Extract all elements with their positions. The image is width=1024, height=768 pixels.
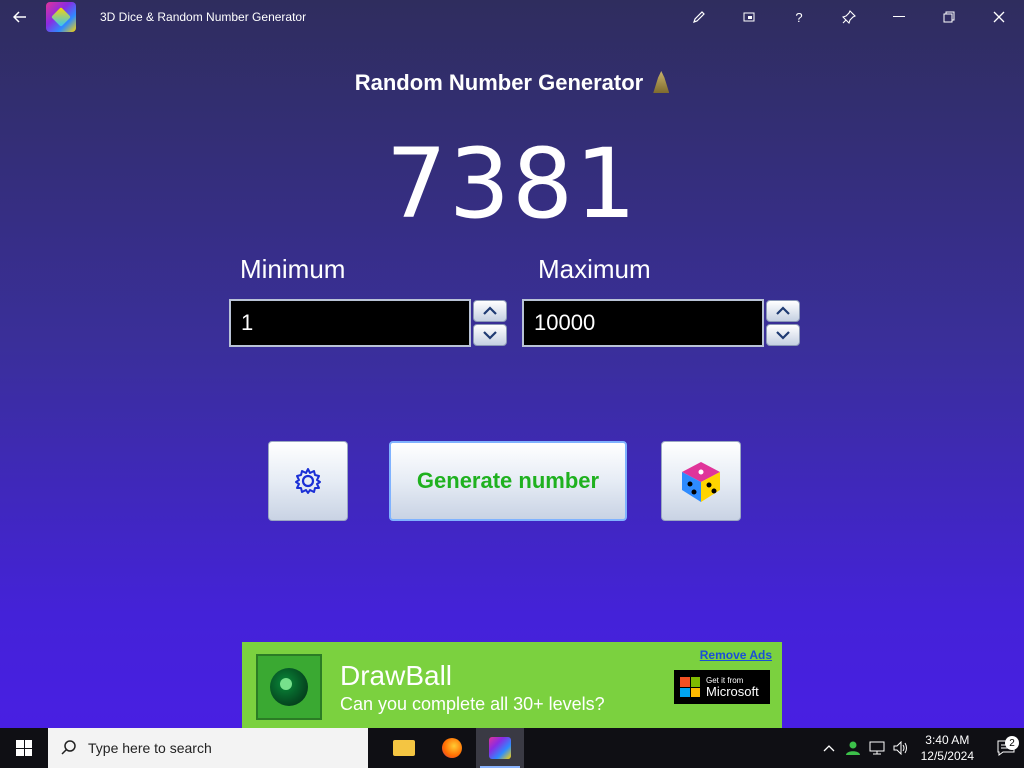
start-button[interactable]: [0, 728, 48, 768]
taskbar-search-box[interactable]: Type here to search: [48, 728, 368, 768]
search-placeholder: Type here to search: [88, 740, 212, 756]
microsoft-store-badge[interactable]: Get it from Microsoft: [674, 670, 770, 704]
minimum-increment-button[interactable]: [473, 300, 507, 322]
clock-time: 3:40 AM: [925, 733, 970, 747]
edit-button[interactable]: [674, 0, 724, 34]
minimum-input[interactable]: 1: [229, 299, 471, 347]
minimize-icon: [893, 16, 905, 17]
people-tray-button[interactable]: [841, 740, 865, 756]
person-icon: [845, 741, 860, 755]
minimum-decrement-button[interactable]: [473, 324, 507, 346]
remove-ads-link[interactable]: Remove Ads: [700, 648, 772, 662]
restore-icon: [943, 11, 955, 23]
network-icon: [869, 741, 885, 755]
firefox-taskbar-button[interactable]: [428, 728, 476, 768]
chevron-up-icon: [823, 745, 835, 752]
title-bar: 3D Dice & Random Number Generator ?: [0, 0, 1024, 34]
notification-count-badge: 2: [1005, 736, 1019, 750]
speaker-icon: [893, 741, 907, 755]
firefox-icon: [442, 738, 462, 758]
drawball-app-icon: [256, 654, 322, 720]
window-title: 3D Dice & Random Number Generator: [100, 10, 307, 24]
show-hidden-icons-button[interactable]: [817, 744, 841, 752]
compact-overlay-button[interactable]: [724, 0, 774, 34]
back-button[interactable]: [0, 0, 40, 34]
pin-button[interactable]: [824, 0, 874, 34]
settings-button[interactable]: [268, 441, 348, 521]
back-arrow-icon: [13, 11, 26, 23]
maximum-label: Maximum: [538, 254, 651, 284]
dice-mode-button[interactable]: [661, 441, 741, 521]
ad-banner[interactable]: DrawBall Can you complete all 30+ levels…: [242, 642, 782, 728]
restore-button[interactable]: [924, 0, 974, 34]
window-controls: ?: [674, 0, 1024, 34]
help-button[interactable]: ?: [774, 0, 824, 34]
bell-icon: [653, 71, 670, 93]
chevron-up-icon: [776, 306, 790, 315]
maximum-decrement-button[interactable]: [766, 324, 800, 346]
close-button[interactable]: [974, 0, 1024, 34]
dice-app-taskbar-button[interactable]: [476, 728, 524, 768]
dice-icon: [682, 462, 720, 502]
taskbar-apps: [380, 728, 524, 768]
microsoft-logo-icon: [680, 677, 700, 697]
store-badge-big-text: Microsoft: [706, 683, 759, 699]
search-icon: [61, 740, 76, 755]
ad-subtitle: Can you complete all 30+ levels?: [340, 694, 605, 714]
maximum-increment-button[interactable]: [766, 300, 800, 322]
taskbar-clock[interactable]: 3:40 AM 12/5/2024: [921, 732, 974, 764]
page-title: Random Number Generator: [0, 70, 1024, 96]
minimize-button[interactable]: [874, 0, 924, 34]
compact-overlay-icon: [743, 12, 755, 22]
maximum-input[interactable]: 10000: [522, 299, 764, 347]
windows-logo-icon: [16, 740, 32, 756]
clock-date: 12/5/2024: [920, 749, 974, 763]
generate-number-button[interactable]: Generate number: [389, 441, 627, 521]
action-center-button[interactable]: 2: [988, 736, 1024, 756]
system-tray: 3:40 AM 12/5/2024 2: [817, 728, 1024, 768]
chevron-down-icon: [776, 331, 790, 340]
pin-icon: [842, 10, 856, 24]
edit-icon: [693, 11, 705, 23]
volume-tray-button[interactable]: [889, 741, 913, 755]
generated-number: 7381: [385, 128, 639, 240]
chevron-down-icon: [483, 331, 497, 340]
minimum-label: Minimum: [240, 254, 346, 284]
file-explorer-taskbar-button[interactable]: [380, 728, 428, 768]
gear-icon: [295, 468, 321, 494]
chevron-up-icon: [483, 306, 497, 315]
taskbar: Type here to search 3:40 AM 12/5/2024 2: [0, 728, 1024, 768]
folder-icon: [393, 740, 415, 756]
help-icon: ?: [795, 9, 803, 25]
close-icon: [993, 11, 1005, 23]
ad-title: DrawBall: [340, 660, 453, 691]
page-title-text: Random Number Generator: [354, 70, 644, 95]
dice-app-icon: [489, 737, 511, 759]
network-tray-button[interactable]: [865, 741, 889, 755]
app-icon: [46, 2, 76, 32]
